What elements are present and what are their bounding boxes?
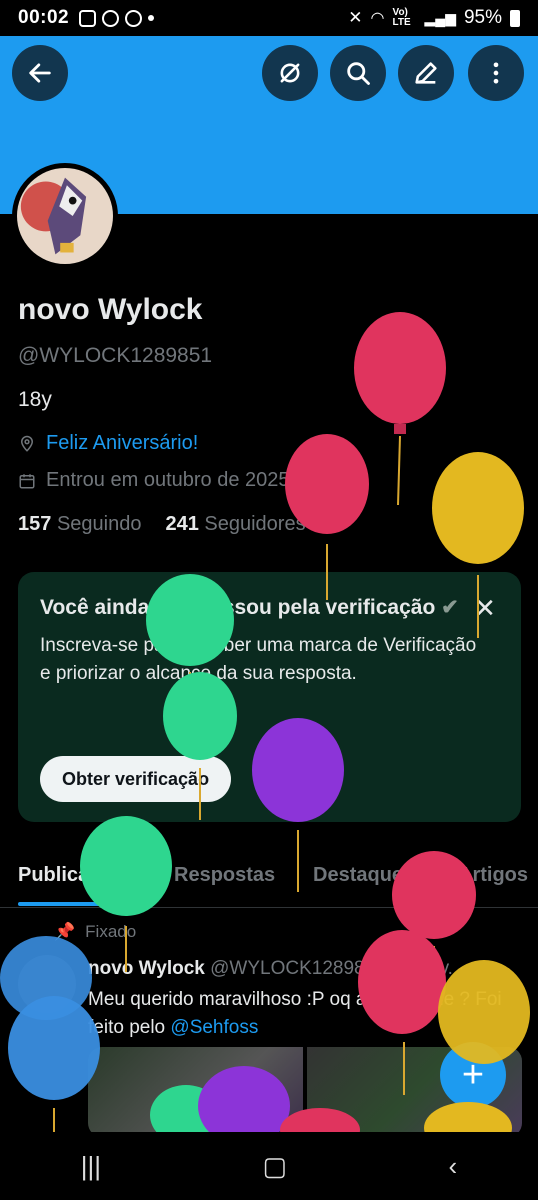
home-icon[interactable]: ▢ [262, 1151, 287, 1182]
recent-apps-icon[interactable]: ||| [81, 1151, 101, 1182]
tab-articles[interactable]: Artigos [458, 864, 528, 887]
get-verified-button[interactable]: Obter verificação [40, 756, 232, 802]
joined-row: Entrou em outubro de 2025 › [18, 469, 306, 492]
following-count: 157 [18, 513, 52, 535]
balloon [8, 996, 100, 1132]
profile-bio: 18y [18, 388, 52, 411]
back-icon [29, 63, 51, 83]
hide-icon [280, 63, 300, 83]
tab-highlights[interactable]: Destaques [313, 864, 414, 887]
whatsapp-icon [102, 9, 120, 27]
balloon [354, 312, 446, 506]
birthday-link[interactable]: Feliz Aniversário! [46, 432, 198, 455]
pin-icon: 📌 [54, 922, 76, 941]
system-back-icon[interactable]: ‹ [449, 1151, 458, 1182]
plus-icon: + [461, 1053, 485, 1096]
verification-body: Inscreva-se para receber uma marca de Ve… [40, 635, 477, 684]
post-avatar[interactable] [18, 955, 76, 1013]
verified-icon: ✔ [441, 596, 459, 619]
following-label: Seguindo [56, 513, 142, 535]
post-text: Meu querido maravilhoso :P oq acham dele… [88, 986, 528, 1042]
more-notifications-icon [148, 15, 155, 21]
notification-icons [79, 9, 155, 27]
chevron-right-icon[interactable]: › [300, 469, 307, 492]
post-image-1[interactable] [88, 1047, 303, 1137]
status-bar: 00:02 ✕ ◠ Vo) LTE ▂▄▆ 95% [0, 0, 538, 36]
tab-indicator [18, 902, 138, 906]
followers-label: Seguidores [204, 513, 306, 535]
battery-icon [510, 9, 520, 27]
calendar-icon [19, 473, 35, 488]
followers-count: 241 [165, 513, 199, 535]
close-icon[interactable]: ✕ [471, 594, 499, 622]
tab-posts[interactable]: Publicações [18, 864, 135, 887]
pinned-label-row: 📌 Fixado [54, 922, 136, 942]
verification-title: Você ainda não passou pela verificação ✔ [40, 594, 460, 622]
post-mention[interactable]: @Sehfoss [170, 1017, 258, 1038]
joined-date: Entrou em outubro de 2025 [46, 469, 290, 491]
edit-button[interactable] [398, 45, 454, 101]
profile-tabs: Publicações Respostas Destaques Artigos [0, 856, 538, 908]
wifi-icon: ◠ [370, 10, 385, 27]
tab-replies[interactable]: Respostas [174, 864, 275, 887]
compose-button[interactable]: + [440, 1042, 506, 1108]
post-author[interactable]: novo Wylock [88, 958, 205, 979]
search-button[interactable] [330, 45, 386, 101]
location-icon [20, 435, 34, 452]
search-icon [347, 62, 370, 85]
more-icon [493, 62, 499, 84]
more-options-button[interactable] [468, 45, 524, 101]
network-label: Vo) LTE [392, 7, 411, 28]
birthday-row: Feliz Aniversário! [18, 432, 198, 455]
edit-icon [415, 62, 437, 84]
profile-handle: @WYLOCK1289851 [18, 344, 213, 367]
verification-card: Você ainda não passou pela verificação ✔… [18, 572, 521, 822]
post-body: Meu querido maravilhoso :P oq acham dele… [88, 989, 502, 1038]
following-link[interactable]: 157 Seguindo [18, 513, 141, 536]
status-time: 00:02 [18, 7, 70, 28]
battery-percent: 95% [463, 7, 502, 28]
hide-replies-button[interactable] [262, 45, 318, 101]
profile-name: novo Wylock [18, 293, 203, 326]
post-handle-date: @WYLOCK12898... · 02 fev. · [210, 958, 465, 979]
profile-avatar[interactable] [12, 163, 118, 269]
system-nav-bar: ||| ▢ ‹ [0, 1132, 538, 1200]
follow-stats: 157 Seguindo 241 Seguidores [18, 513, 306, 536]
app-icon [125, 9, 143, 27]
signal-icon: ▂▄▆ [424, 9, 456, 26]
mute-icon: ✕ [348, 8, 363, 27]
pinned-label: Fixado [85, 922, 137, 941]
instagram-icon [79, 9, 97, 27]
verification-title-text: Você ainda não passou pela verificação [40, 596, 436, 619]
followers-link[interactable]: 241 Seguidores [165, 513, 305, 536]
back-button[interactable] [12, 45, 68, 101]
post-header: novo Wylock @WYLOCK12898... · 02 fev. · [88, 958, 518, 980]
